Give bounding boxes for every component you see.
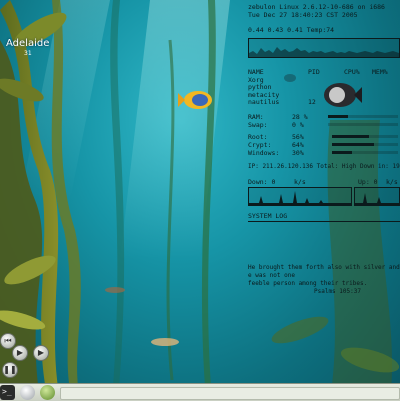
net-up-unit: k/s <box>386 178 398 186</box>
disk-windows-value: 30% <box>292 149 304 157</box>
system-info: zebulon Linux 2.6.12-10-686 on i686 <box>248 3 385 11</box>
process-list: NAME PID CPU% MEM% Xorg python metacity … <box>248 68 400 106</box>
next-icon: ▶ <box>37 348 45 357</box>
net-down-unit: k/s <box>294 178 306 186</box>
terminal-icon: >_ <box>2 387 12 396</box>
swap-bar <box>328 123 398 126</box>
pause-icon: ❚❚ <box>3 365 17 374</box>
net-down-label: Down: 0 <box>248 178 276 186</box>
play-icon: ▶ <box>16 348 24 357</box>
disk-windows-bar <box>332 151 398 154</box>
terminal-launcher[interactable]: >_ <box>0 385 15 400</box>
disk-crypt-label: Crypt: <box>248 141 272 149</box>
quote-reference: Psalms 105:37 <box>314 288 361 295</box>
net-up-label: Up: 0 <box>358 178 378 186</box>
system-log-divider <box>248 221 400 222</box>
bottom-panel: >_ <box>0 383 400 401</box>
ram-label: RAM: <box>248 113 264 121</box>
net-up-graph <box>354 187 400 206</box>
apple-launcher[interactable] <box>40 385 55 400</box>
ip-address: IP: 211.26.120.136 Total: High Down in: … <box>248 163 400 170</box>
weather-city: Adelaide <box>6 38 50 49</box>
window-list[interactable] <box>60 387 400 400</box>
browser-launcher[interactable] <box>20 385 35 400</box>
pause-button[interactable]: ❚❚ <box>2 362 18 378</box>
load-average: 0.44 0.43 0.41 Temp:74 <box>248 26 335 34</box>
process-row: metacity <box>248 90 280 99</box>
date-time: Tue Dec 27 18:40:23 CST 2005 <box>248 11 358 19</box>
next-button[interactable]: ▶ <box>33 345 49 361</box>
disk-root-value: 56% <box>292 133 304 141</box>
process-header-row: NAME PID CPU% MEM% <box>248 68 388 76</box>
ram-value: 28 % <box>292 113 308 121</box>
swap-label: Swap: <box>248 121 268 129</box>
weather-temperature: 31 <box>24 50 32 57</box>
disk-crypt-value: 64% <box>292 141 304 149</box>
play-button[interactable]: ▶ <box>12 345 28 361</box>
swap-value: 0 % <box>292 121 304 129</box>
process-row: Xorg <box>248 75 264 84</box>
quote-line: feeble person among their tribes. <box>248 280 368 287</box>
ram-bar <box>328 115 398 118</box>
disk-root-bar <box>332 135 398 138</box>
quote-line: He brought them forth also with silver a… <box>248 264 400 271</box>
process-row: nautilus 12 <box>248 98 316 107</box>
quote-line: e was not one <box>248 272 295 279</box>
disk-root-label: Root: <box>248 133 268 141</box>
disk-windows-label: Windows: <box>248 149 280 157</box>
cpu-graph <box>248 38 400 58</box>
system-log-title: SYSTEM LOG <box>248 212 288 220</box>
process-row: python <box>248 83 272 92</box>
disk-crypt-bar <box>332 143 398 146</box>
net-down-graph <box>248 187 352 206</box>
